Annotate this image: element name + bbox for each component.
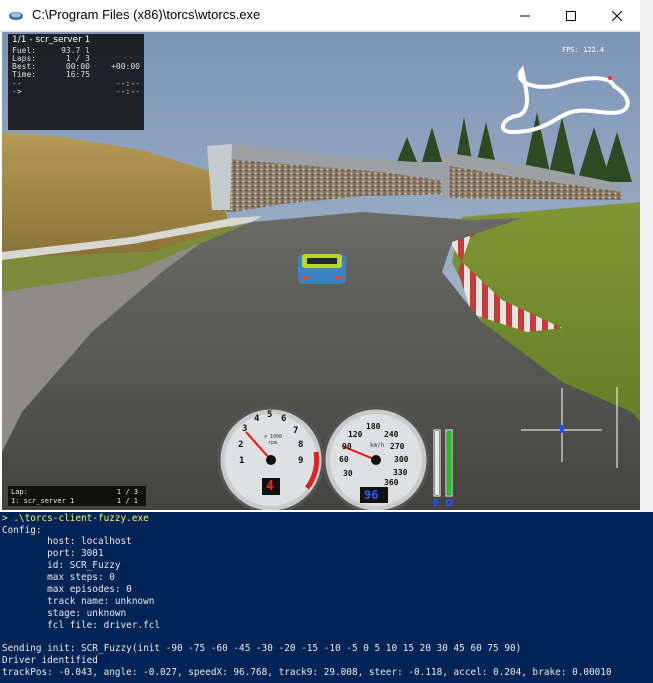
speed-tick: 120 [348, 430, 363, 439]
window-edge [640, 0, 653, 512]
console-line: id: SCR_Fuzzy [2, 560, 121, 571]
tach-tick: 4 [254, 414, 260, 424]
race-info-panel: 1/1 - scr_server 1 Fuel: 93.7 l Laps: 1 … [8, 34, 144, 130]
hud-row: -> --:-- [12, 87, 140, 96]
fps-counter: FPS: 122.4 [562, 46, 605, 54]
close-icon [612, 10, 622, 21]
speed-tick: 300 [394, 455, 409, 464]
close-button[interactable] [594, 0, 640, 31]
tach-tick: 3 [242, 424, 248, 434]
tach-tick: 7 [293, 426, 299, 436]
minimize-button[interactable] [502, 0, 548, 31]
lap-panel: Lap: 1 / 3 1: scr_server 1 1 / 1 [8, 486, 146, 506]
fuel-bar-label: F [433, 498, 440, 509]
torcs-window: C:\Program Files (x86)\torcs\wtorcs.exe [0, 0, 640, 512]
speed-tick: 330 [393, 468, 408, 477]
console-line: port: 3001 [2, 548, 104, 559]
console-line: fcl file: driver.fcl [2, 620, 161, 631]
tach-tick: 9 [298, 456, 304, 466]
console-line: max steps: 0 [2, 572, 115, 583]
speed-tick: 270 [390, 442, 405, 451]
maximize-icon [566, 10, 576, 21]
speed-tick: 60 [339, 455, 349, 464]
speed-tick: 360 [384, 478, 399, 487]
tachometer [217, 406, 325, 510]
minimize-icon [520, 15, 530, 16]
console-line: track name: unknown [2, 596, 155, 607]
console-line: max episodes: 0 [2, 584, 132, 595]
player-car [298, 254, 346, 284]
game-viewport[interactable]: 1/1 - scr_server 1 Fuel: 93.7 l Laps: 1 … [2, 32, 640, 510]
damage-bar-label: D [445, 498, 454, 509]
speed-tick: 180 [366, 422, 381, 431]
console-line: stage: unknown [2, 608, 127, 619]
tach-tick: 2 [238, 440, 244, 450]
lap-label: Lap: [11, 488, 28, 496]
speed-tick: 240 [384, 430, 399, 439]
speed-tick: 30 [343, 469, 353, 478]
tach-unit-rpm: rpm [268, 440, 278, 446]
tach-tick: 8 [298, 440, 304, 450]
driver-name: 1: scr_server 1 [11, 497, 75, 505]
console-line: Sending init: SCR_Fuzzy(init -90 -75 -60… [2, 643, 522, 654]
driver-position: 1 / 1 [116, 497, 138, 505]
tach-tick: 6 [281, 414, 287, 424]
console-line: host: localhost [2, 536, 132, 547]
lap-value: 1 / 3 [116, 488, 138, 496]
tach-tick: 5 [267, 410, 273, 420]
speed-tick: 90 [342, 442, 352, 451]
console-line: Driver identified [2, 655, 98, 666]
maximize-button[interactable] [548, 0, 594, 31]
tach-tick: 1 [239, 456, 245, 466]
console-command: > .\torcs-client-fuzzy.exe [2, 513, 149, 524]
speed-readout: 96 [364, 488, 379, 502]
torcs-app-icon [9, 12, 23, 20]
title-bar[interactable]: C:\Program Files (x86)\torcs\wtorcs.exe [0, 0, 640, 32]
gear-indicator: 4 [266, 479, 274, 494]
window-title: C:\Program Files (x86)\torcs\wtorcs.exe [32, 7, 261, 22]
console-line: trackPos: -0.043, angle: -0.027, speedX:… [2, 667, 612, 678]
speed-unit: km/h [370, 442, 385, 449]
terminal-output[interactable]: > .\torcs-client-fuzzy.exe Config: host:… [0, 512, 653, 683]
hud-title: 1/1 - scr_server 1 [12, 35, 91, 45]
